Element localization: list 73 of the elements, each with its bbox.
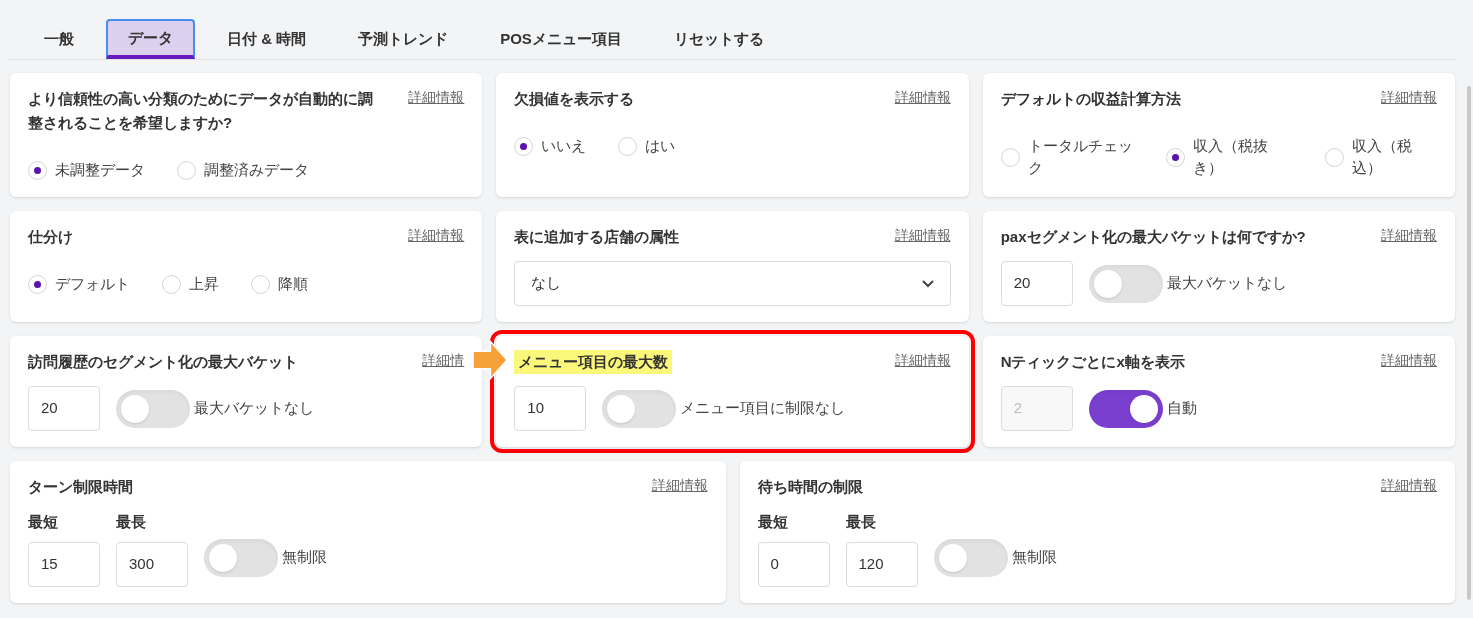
card-title: 欠損値を表示する bbox=[514, 89, 635, 109]
toggle-label: 無制限 bbox=[282, 547, 327, 568]
radio-label: 収入（税抜き） bbox=[1193, 136, 1270, 178]
details-link[interactable]: 詳細情報 bbox=[1381, 87, 1437, 108]
radio-label: 降順 bbox=[278, 274, 308, 294]
tab[interactable]: POSメニュー項目 bbox=[480, 19, 642, 59]
details-link[interactable]: 詳細情報 bbox=[894, 225, 951, 246]
chevron-down-icon bbox=[921, 279, 934, 288]
card-title: Nティックごとにx軸を表示 bbox=[1000, 352, 1185, 372]
radio-button[interactable] bbox=[1324, 147, 1344, 167]
toggle-label: 最大バケットなし bbox=[194, 398, 314, 419]
details-link[interactable]: 詳細情報 bbox=[408, 225, 465, 246]
toggle-switch[interactable] bbox=[1088, 264, 1163, 303]
toggle-label: 自動 bbox=[1166, 398, 1197, 419]
tab[interactable]: 一般 bbox=[24, 19, 94, 59]
radio-label: デフォルト bbox=[55, 274, 130, 294]
radio-label: 未調整データ bbox=[55, 160, 145, 180]
field-label: 最短 bbox=[757, 512, 789, 532]
details-link[interactable]: 詳細情報 bbox=[894, 87, 951, 108]
radio-button[interactable] bbox=[514, 136, 534, 156]
radio-label: 収入（税込） bbox=[1351, 136, 1413, 178]
radio-button[interactable] bbox=[28, 274, 47, 294]
radio-button[interactable] bbox=[1000, 147, 1020, 167]
select-field[interactable]: なし bbox=[514, 261, 951, 306]
toggle-label: 最大バケットなし bbox=[1166, 273, 1287, 294]
card-title: ターン制限時間 bbox=[28, 477, 133, 497]
radio-label: 調整済みデータ bbox=[204, 160, 309, 180]
toggle-label: 無制限 bbox=[1011, 547, 1057, 568]
details-link[interactable]: 詳細情報 bbox=[1381, 350, 1437, 371]
details-link[interactable]: 詳細情報 bbox=[1381, 225, 1437, 246]
radio-label: いいえ bbox=[541, 136, 587, 156]
tab[interactable]: 予測トレンド bbox=[338, 19, 469, 59]
card-title: 表に追加する店舗の属性 bbox=[514, 227, 680, 247]
card-title: 訪問履歴のセグメント化の最大バケット bbox=[28, 352, 298, 372]
toggle-switch[interactable] bbox=[1088, 389, 1163, 428]
card-title: より信頼性の高い分類のためにデータが自動的に調整されることを希望しますか? bbox=[28, 89, 374, 133]
toggle-switch[interactable] bbox=[116, 389, 190, 428]
details-link[interactable]: 詳細情報 bbox=[894, 350, 951, 371]
radio-button[interactable] bbox=[618, 136, 638, 156]
details-link[interactable]: 詳細情報 bbox=[408, 87, 465, 108]
number-field[interactable]: 300 bbox=[116, 541, 188, 587]
card-title: 仕分け bbox=[28, 227, 73, 247]
toggle-switch[interactable] bbox=[204, 538, 278, 577]
number-field[interactable]: 15 bbox=[28, 541, 100, 587]
tab[interactable]: 日付 & 時間 bbox=[207, 19, 327, 59]
number-field[interactable]: 0 bbox=[757, 541, 830, 587]
card-title: paxセグメント化の最大バケットは何ですか? bbox=[1000, 227, 1306, 247]
card-title: デフォルトの収益計算方法 bbox=[1000, 89, 1181, 109]
details-link[interactable]: 詳細情報 bbox=[1381, 475, 1437, 496]
card-title: 待ち時間の制限 bbox=[757, 477, 863, 497]
toggle-switch[interactable] bbox=[933, 538, 1008, 577]
radio-button[interactable] bbox=[251, 274, 270, 294]
field-label: 最長 bbox=[845, 512, 877, 532]
number-field[interactable]: 20 bbox=[28, 386, 100, 431]
tab[interactable]: データ bbox=[106, 19, 195, 59]
details-link[interactable]: 詳細情報 bbox=[651, 475, 708, 496]
toggle-switch[interactable] bbox=[602, 389, 677, 428]
field-label: 最短 bbox=[28, 512, 59, 532]
number-field[interactable]: 20 bbox=[1000, 261, 1073, 306]
radio-button[interactable] bbox=[1166, 147, 1186, 167]
radio-label: はい bbox=[645, 136, 676, 156]
number-field[interactable]: 120 bbox=[845, 541, 918, 587]
card-title: メニュー項目の最大数 bbox=[514, 350, 673, 374]
radio-label: トータルチェック bbox=[1027, 136, 1134, 178]
details-link[interactable]: 詳細情 bbox=[422, 350, 465, 371]
radio-button[interactable] bbox=[177, 160, 196, 180]
field-label: 最長 bbox=[116, 512, 147, 532]
radio-button[interactable] bbox=[162, 274, 181, 294]
tab[interactable]: リセットする bbox=[653, 19, 784, 59]
number-field[interactable]: 10 bbox=[514, 386, 587, 431]
radio-label: 上昇 bbox=[189, 274, 219, 294]
toggle-label: メニュー項目に制限なし bbox=[680, 398, 846, 419]
radio-button[interactable] bbox=[28, 160, 47, 180]
